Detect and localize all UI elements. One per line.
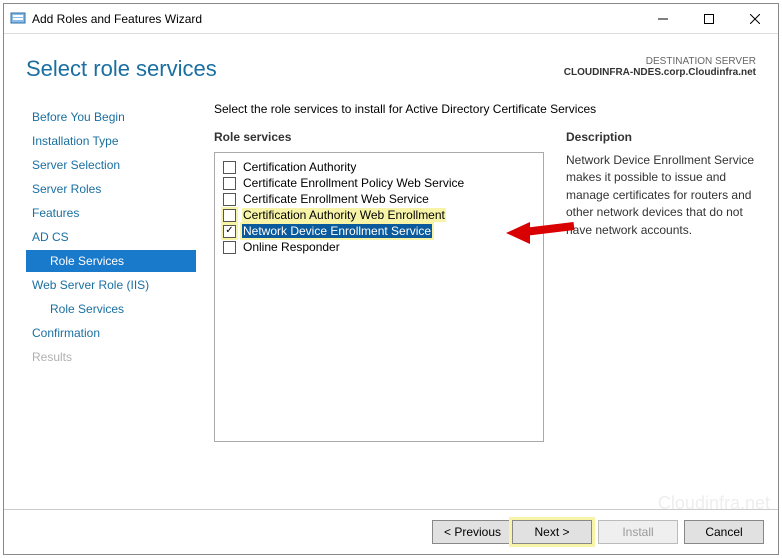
sidebar-step[interactable]: Features [26,202,196,224]
main-panel: Select the role services to install for … [196,102,756,509]
checkbox[interactable] [223,193,236,206]
sidebar-step[interactable]: Web Server Role (IIS) [26,274,196,296]
role-service-item[interactable]: Certification Authority [223,159,535,175]
nav-button-group: < Previous Next > [432,520,592,544]
header: Select role services DESTINATION SERVER … [4,34,778,90]
close-button[interactable] [732,4,778,34]
role-service-item[interactable]: Certification Authority Web Enrollment [223,207,535,223]
sidebar-step[interactable]: Role Services [26,298,196,320]
role-service-item[interactable]: Certificate Enrollment Policy Web Servic… [223,175,535,191]
role-service-item[interactable]: Network Device Enrollment Service [223,223,535,239]
minimize-button[interactable] [640,4,686,34]
role-service-label: Certification Authority [242,160,357,174]
checkbox[interactable] [223,177,236,190]
destination-label: DESTINATION SERVER [564,56,756,67]
page-title: Select role services [26,56,564,82]
checkbox[interactable] [223,161,236,174]
role-service-item[interactable]: Online Responder [223,239,535,255]
description-label: Description [566,130,756,144]
role-service-label: Certification Authority Web Enrollment [242,208,446,222]
body: Before You BeginInstallation TypeServer … [4,90,778,509]
sidebar-step[interactable]: AD CS [26,226,196,248]
role-service-item[interactable]: Certificate Enrollment Web Service [223,191,535,207]
role-service-label: Certificate Enrollment Web Service [242,192,430,206]
role-services-label: Role services [214,130,544,144]
window-title: Add Roles and Features Wizard [32,12,640,26]
sidebar-step[interactable]: Installation Type [26,130,196,152]
sidebar: Before You BeginInstallation TypeServer … [26,102,196,509]
cancel-button[interactable]: Cancel [684,520,764,544]
checkbox[interactable] [223,209,236,222]
install-button[interactable]: Install [598,520,678,544]
sidebar-step[interactable]: Before You Begin [26,106,196,128]
footer: < Previous Next > Install Cancel [4,509,778,554]
wizard-window: Add Roles and Features Wizard Select rol… [3,3,779,555]
sidebar-step[interactable]: Confirmation [26,322,196,344]
destination-value: CLOUDINFRA-NDES.corp.Cloudinfra.net [564,67,756,78]
role-service-label: Certificate Enrollment Policy Web Servic… [242,176,465,190]
sidebar-step[interactable]: Server Roles [26,178,196,200]
destination-server: DESTINATION SERVER CLOUDINFRA-NDES.corp.… [564,56,756,82]
description-text: Network Device Enrollment Service makes … [566,152,756,239]
next-button[interactable]: Next > [512,520,592,544]
sidebar-step[interactable]: Server Selection [26,154,196,176]
maximize-button[interactable] [686,4,732,34]
role-service-label: Network Device Enrollment Service [242,224,432,238]
titlebar: Add Roles and Features Wizard [4,4,778,34]
role-services-list[interactable]: Certification Authority Certificate Enrol… [214,152,544,442]
sidebar-step: Results [26,346,196,368]
app-icon [10,11,26,27]
role-service-label: Online Responder [242,240,341,254]
checkbox[interactable] [223,225,236,238]
sidebar-step[interactable]: Role Services [26,250,196,272]
checkbox[interactable] [223,241,236,254]
intro-text: Select the role services to install for … [214,102,756,116]
previous-button[interactable]: < Previous [432,520,512,544]
